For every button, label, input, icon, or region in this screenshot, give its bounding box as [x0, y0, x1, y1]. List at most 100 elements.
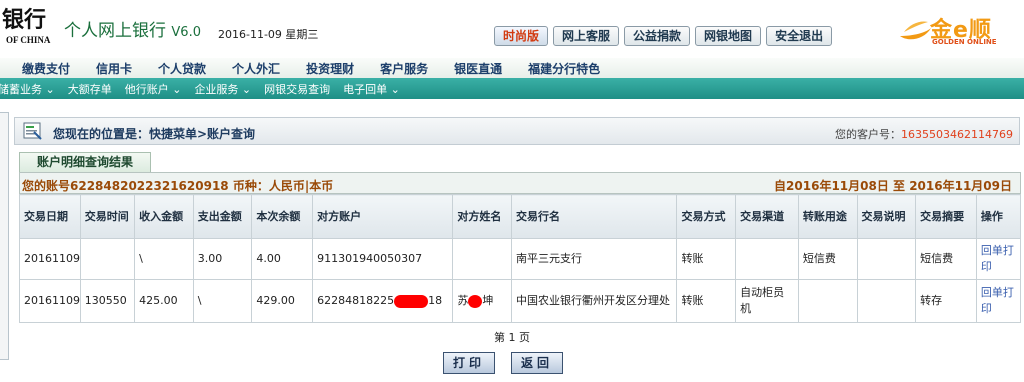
- cell-bank-name: 中国农业银行衢州开发区分理处: [511, 279, 678, 323]
- location-text: 您现在的位置是：快捷菜单>账户查询: [53, 127, 256, 141]
- subnav-transaction-query[interactable]: 网银交易查询: [264, 81, 330, 97]
- customer-number: 1635503462114769: [901, 128, 1013, 141]
- name-prefix: 苏: [457, 294, 469, 307]
- transaction-table: 交易日期 交易时间 收入金额 支出金额 本次余额 对方账户 对方姓名 交易行名 …: [19, 194, 1022, 323]
- cell-summary: 短信费: [915, 238, 977, 280]
- cell-balance: 4.00: [251, 238, 314, 280]
- col-header: 交易时间: [79, 194, 136, 239]
- account-prefix: 62284818225: [317, 294, 395, 307]
- account-suffix: 18: [428, 294, 443, 307]
- redaction-mark: [394, 294, 429, 308]
- nav-medical[interactable]: 银医直通: [454, 60, 502, 77]
- cell-expense: 3.00: [192, 238, 253, 280]
- customer-number-display: 您的客户号：1635503462114769: [835, 126, 1013, 142]
- cell-date: 20161109: [19, 238, 81, 280]
- cell-channel: 自动柜员机: [735, 279, 799, 323]
- golden-online-logo: 金e顺 GOLDEN ONLINE: [898, 10, 1020, 50]
- table-row: 20161109 \ 3.00 4.00 911301940050307 南平三…: [19, 238, 1022, 280]
- subnav-other-bank-account[interactable]: 他行账户 ⌄: [125, 81, 182, 97]
- cell-date: 20161109: [19, 279, 81, 323]
- cell-counterparty-name: [452, 238, 513, 280]
- print-receipt-link[interactable]: 回单打印: [981, 286, 1014, 315]
- top-button-group: 时尚版 网上客服 公益捐款 网银地图 安全退出: [494, 26, 833, 46]
- location-icon: [23, 122, 42, 140]
- fashion-version-button[interactable]: 时尚版: [494, 26, 549, 46]
- system-title: 个人网上银行 V6.0: [64, 16, 201, 41]
- cell-purpose: [797, 279, 858, 323]
- cell-time: [79, 238, 136, 280]
- account-info-bar: 您的账号6228482022321620918 币种：人民币|本币 自2016年…: [19, 172, 1021, 194]
- subnav-e-receipt[interactable]: 电子回单 ⌄: [343, 81, 400, 97]
- branch-map-button[interactable]: 网银地图: [695, 26, 762, 46]
- main-nav: 缴费支付 信用卡 个人贷款 个人外汇 投资理财 客户服务 银医直通 福建分行特色: [0, 58, 1024, 78]
- col-header: 交易行名: [511, 194, 678, 239]
- location-bar: 您现在的位置是：快捷菜单>账户查询 您的客户号：1635503462114769: [14, 117, 1020, 145]
- subnav-large-deposit[interactable]: 大额存单: [68, 81, 112, 97]
- cell-note: [856, 279, 917, 323]
- table-header-row: 交易日期 交易时间 收入金额 支出金额 本次余额 对方账户 对方姓名 交易行名 …: [19, 194, 1022, 239]
- tab-account-detail-result[interactable]: 账户明细查询结果: [19, 152, 151, 172]
- cell-summary: 转存: [915, 279, 977, 323]
- print-receipt-link[interactable]: 回单打印: [981, 244, 1014, 273]
- logo-english: GOLDEN ONLINE: [932, 38, 997, 46]
- col-header: 对方账户: [312, 194, 454, 239]
- online-service-button[interactable]: 网上客服: [553, 26, 620, 46]
- subnav-enterprise-service[interactable]: 企业服务 ⌄: [194, 81, 251, 97]
- charity-donation-button[interactable]: 公益捐款: [624, 26, 691, 46]
- action-buttons: 打印 返回: [443, 352, 563, 374]
- cell-income: 425.00: [134, 279, 194, 323]
- cell-purpose: 短信费: [797, 238, 858, 280]
- col-header: 对方姓名: [452, 194, 513, 239]
- table-row: 20161109 130550 425.00 \ 429.00 62284818…: [19, 279, 1022, 323]
- cell-action: 回单打印: [975, 279, 1022, 323]
- nav-fujian-special[interactable]: 福建分行特色: [528, 60, 600, 77]
- nav-foreign-exchange[interactable]: 个人外汇: [232, 60, 280, 77]
- col-header: 交易方式: [676, 194, 737, 239]
- bank-name: 银行: [2, 7, 47, 33]
- col-header: 交易渠道: [735, 194, 799, 239]
- nav-customer-service[interactable]: 客户服务: [380, 60, 428, 77]
- col-header: 转账用途: [797, 194, 858, 239]
- col-header: 交易日期: [19, 194, 81, 239]
- cell-counterparty-name: 苏坤: [452, 279, 513, 323]
- system-version: V6.0: [171, 25, 201, 40]
- sub-nav: 储蓄业务 ⌄ 大额存单 他行账户 ⌄ 企业服务 ⌄ 网银交易查询 电子回单 ⌄: [0, 78, 1024, 99]
- customer-number-label: 您的客户号：: [835, 128, 902, 141]
- header: 银行 OF CHINA 个人网上银行 V6.0 2016-11-09 星期三 时…: [0, 0, 1024, 58]
- bank-english-name: OF CHINA: [6, 35, 51, 45]
- cell-counterparty-account: 911301940050307: [312, 238, 454, 280]
- date-range: 自2016年11月08日 至 2016年11月09日: [774, 179, 1012, 193]
- logout-button[interactable]: 安全退出: [766, 26, 833, 46]
- col-header: 交易摘要: [915, 194, 977, 239]
- account-info: 您的账号6228482022321620918 币种：人民币|本币: [22, 179, 334, 193]
- cell-method: 转账: [676, 279, 737, 323]
- page-indicator: 第 1 页: [494, 331, 530, 344]
- nav-credit-card[interactable]: 信用卡: [96, 60, 132, 77]
- cell-action: 回单打印: [975, 238, 1022, 280]
- subnav-savings[interactable]: 储蓄业务 ⌄: [0, 81, 55, 97]
- cell-channel: [735, 238, 799, 280]
- current-date: 2016-11-09 星期三: [218, 28, 319, 41]
- redaction-mark: [468, 294, 483, 308]
- nav-personal-loan[interactable]: 个人贷款: [158, 60, 206, 77]
- name-suffix: 坤: [482, 294, 494, 307]
- nav-payment[interactable]: 缴费支付: [22, 60, 70, 77]
- print-button[interactable]: 打印: [443, 352, 495, 374]
- cell-time: 130550: [79, 279, 136, 323]
- cell-note: [856, 238, 917, 280]
- col-header: 本次余额: [251, 194, 314, 239]
- col-header: 收入金额: [134, 194, 194, 239]
- col-header: 支出金额: [192, 194, 253, 239]
- cell-counterparty-account: 62284818225 18: [312, 279, 454, 323]
- cell-expense: \: [192, 279, 253, 323]
- logo-swoosh-icon: [900, 21, 931, 40]
- col-header: 操作: [975, 194, 1022, 239]
- cell-balance: 429.00: [251, 279, 314, 323]
- cell-income: \: [134, 238, 194, 280]
- side-panel-toggle[interactable]: [0, 112, 9, 360]
- col-header: 交易说明: [856, 194, 917, 239]
- back-button[interactable]: 返回: [511, 352, 563, 374]
- system-title-text: 个人网上银行: [64, 21, 166, 41]
- cell-method: 转账: [676, 238, 737, 280]
- nav-investment[interactable]: 投资理财: [306, 60, 354, 77]
